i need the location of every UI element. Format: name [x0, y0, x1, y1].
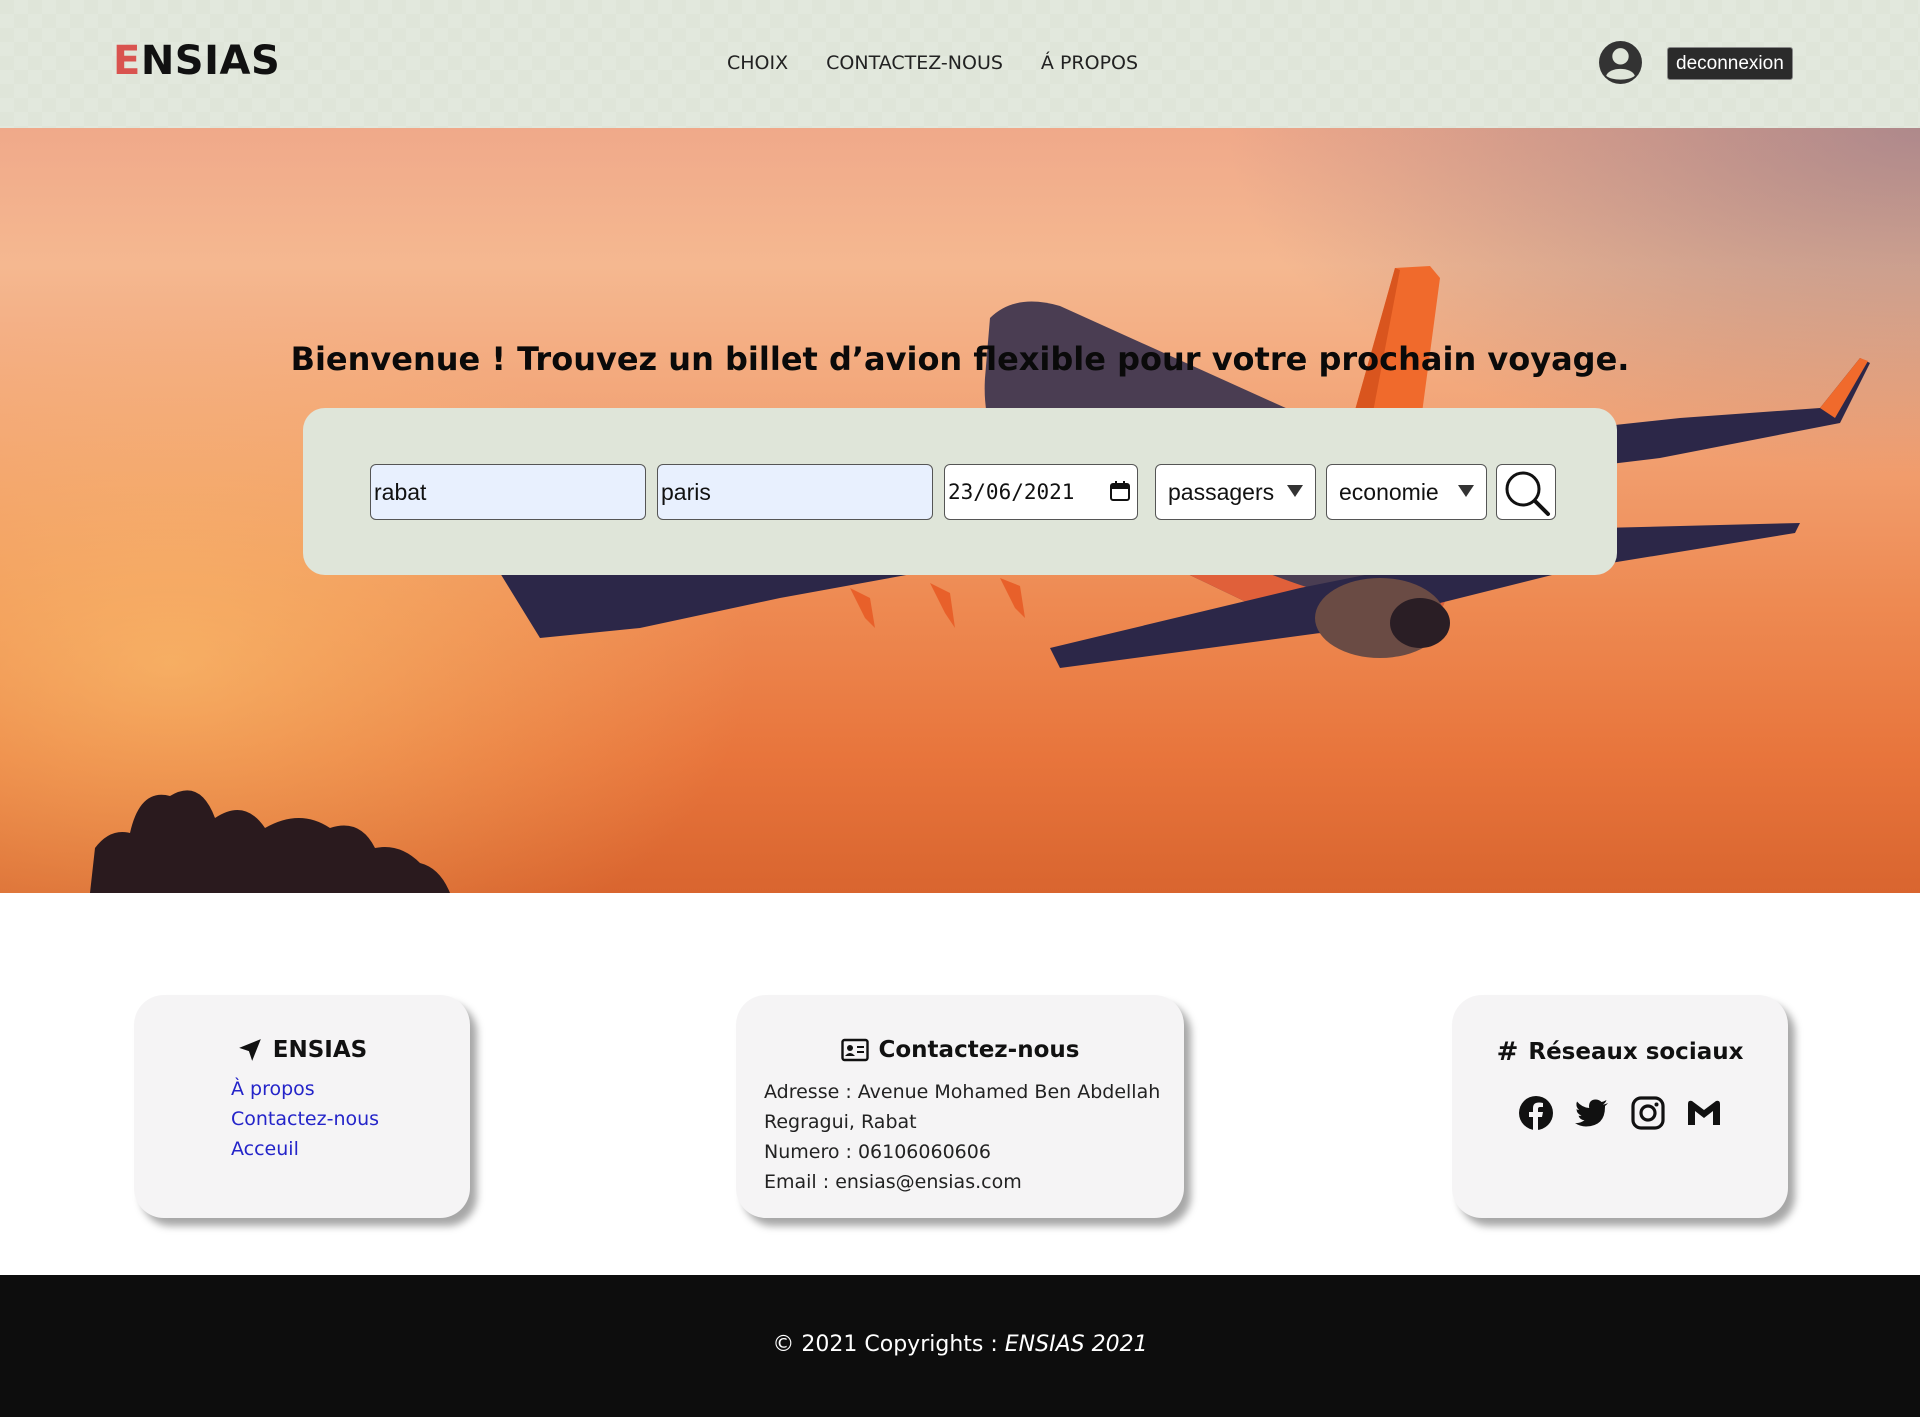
hashtag-icon: # [1496, 1037, 1519, 1067]
contact-phone: Numero : 06106060606 [764, 1141, 991, 1163]
ensias-card-heading: ENSIAS [272, 1037, 368, 1063]
social-links [1452, 1095, 1788, 1131]
copyright-prefix: © 2021 Copyrights : [772, 1332, 1005, 1357]
chevron-down-icon [1458, 485, 1474, 497]
location-arrow-icon [238, 1039, 261, 1061]
logout-button[interactable]: deconnexion [1667, 47, 1793, 80]
top-navbar: ENSIAS CHOIX CONTACTEZ-NOUS Á PROPOS dec… [0, 0, 1920, 128]
contact-details: Adresse : Avenue Mohamed Ben Abdellah Re… [764, 1077, 1164, 1197]
twitter-icon[interactable] [1574, 1095, 1610, 1131]
logo-text: NSIAS [140, 38, 281, 84]
flight-search-form: rabat paris 23/06/2021 passagers economi… [303, 408, 1617, 575]
hero-title: Bienvenue ! Trouvez un billet d’avion fl… [290, 340, 1630, 378]
origin-input[interactable]: rabat [370, 464, 646, 520]
destination-input[interactable]: paris [657, 464, 933, 520]
main-nav: CHOIX CONTACTEZ-NOUS Á PROPOS [727, 52, 1138, 74]
user-avatar-icon[interactable] [1598, 40, 1643, 85]
nav-contactez-nous[interactable]: CONTACTEZ-NOUS [826, 52, 1003, 74]
link-contactez-nous[interactable]: Contactez-nous [231, 1107, 379, 1131]
class-value: economie [1339, 478, 1439, 505]
link-a-propos[interactable]: À propos [231, 1077, 379, 1101]
quick-links: À propos Contactez-nous Acceuil [231, 1077, 379, 1161]
class-select[interactable]: economie [1326, 464, 1487, 520]
calendar-icon[interactable] [1109, 480, 1131, 502]
contact-card-heading: Contactez-nous [878, 1037, 1080, 1063]
passengers-value: passagers [1168, 478, 1275, 505]
contact-email: Email : ensias@ensias.com [764, 1171, 1022, 1193]
site-logo[interactable]: ENSIAS [113, 38, 280, 84]
ensias-card: ENSIAS À propos Contactez-nous Acceuil [134, 995, 470, 1218]
departure-date-input[interactable]: 23/06/2021 [944, 464, 1138, 520]
social-card: # Réseaux sociaux [1452, 995, 1788, 1218]
logo-initial: E [113, 38, 141, 84]
contact-card-title: Contactez-nous [736, 1037, 1184, 1063]
nav-choix[interactable]: CHOIX [727, 52, 788, 74]
search-icon [1505, 471, 1550, 516]
nav-a-propos[interactable]: Á PROPOS [1041, 52, 1138, 74]
instagram-icon[interactable] [1630, 1095, 1666, 1131]
passengers-select[interactable]: passagers [1155, 464, 1316, 520]
page-footer: © 2021 Copyrights : ENSIAS 2021 [0, 1275, 1920, 1417]
search-button[interactable] [1496, 464, 1556, 520]
ensias-card-title: ENSIAS [134, 1037, 470, 1063]
social-card-title: # Réseaux sociaux [1452, 1037, 1788, 1067]
hero-banner: Bienvenue ! Trouvez un billet d’avion fl… [0, 128, 1920, 893]
copyright-brand: ENSIAS 2021 [1004, 1332, 1148, 1357]
gmail-icon[interactable] [1686, 1095, 1722, 1131]
copyright-text: © 2021 Copyrights : ENSIAS 2021 [0, 1332, 1920, 1357]
link-acceuil[interactable]: Acceuil [231, 1137, 379, 1161]
contact-address-line1: Adresse : Avenue Mohamed Ben Abdellah [764, 1081, 1161, 1103]
date-value: 23/06/2021 [948, 480, 1075, 504]
contact-address-line2: Regragui, Rabat [764, 1111, 917, 1133]
chevron-down-icon [1287, 485, 1303, 497]
contact-card-icon [840, 1038, 869, 1062]
contact-card: Contactez-nous Adresse : Avenue Mohamed … [736, 995, 1184, 1218]
social-card-heading: Réseaux sociaux [1528, 1039, 1744, 1065]
facebook-icon[interactable] [1518, 1095, 1554, 1131]
